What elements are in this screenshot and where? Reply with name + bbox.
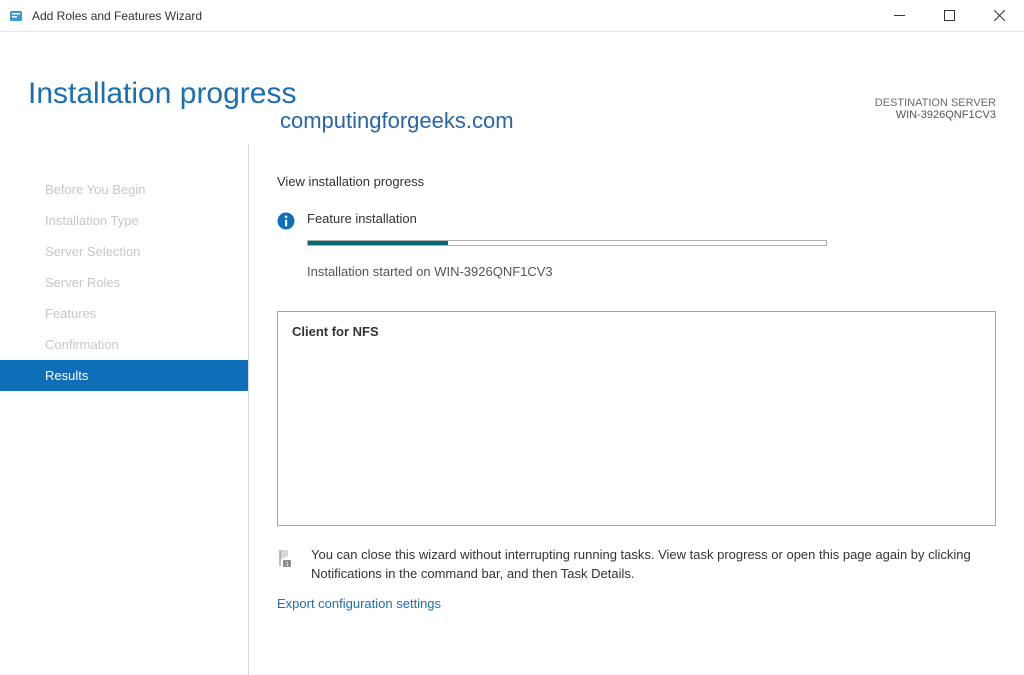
watermark-text: computingforgeeks.com — [280, 108, 514, 134]
results-item: Client for NFS — [292, 324, 981, 339]
sidebar-item-before-begin: Before You Begin — [0, 174, 248, 205]
sidebar: Before You Begin Installation Type Serve… — [0, 144, 248, 675]
status-title: Feature installation — [307, 211, 996, 226]
status-row: Feature installation Installation starte… — [277, 211, 996, 297]
app-icon — [8, 8, 24, 24]
status-content: Feature installation Installation starte… — [307, 211, 996, 297]
results-box: Client for NFS — [277, 311, 996, 526]
sidebar-item-server-selection: Server Selection — [0, 236, 248, 267]
section-title: View installation progress — [277, 174, 996, 189]
sidebar-item-installation-type: Installation Type — [0, 205, 248, 236]
minimize-button[interactable] — [886, 3, 912, 29]
window-controls — [886, 3, 1012, 29]
sidebar-item-confirmation: Confirmation — [0, 329, 248, 360]
info-note-row: 1 You can close this wizard without inte… — [277, 546, 996, 584]
main-panel: View installation progress Feature insta… — [248, 144, 1024, 675]
page-title: Installation progress — [28, 77, 996, 111]
dest-name: WIN-3926QNF1CV3 — [896, 109, 996, 121]
export-config-link[interactable]: Export configuration settings — [277, 596, 996, 611]
flag-icon: 1 — [277, 548, 297, 568]
info-note: You can close this wizard without interr… — [311, 546, 996, 584]
info-icon — [277, 212, 295, 230]
status-message: Installation started on WIN-3926QNF1CV3 — [307, 264, 996, 279]
content: Before You Begin Installation Type Serve… — [0, 144, 1024, 675]
sidebar-item-results[interactable]: Results — [0, 360, 248, 391]
progress-bar — [307, 240, 827, 246]
window-title: Add Roles and Features Wizard — [32, 9, 886, 23]
sidebar-item-features: Features — [0, 298, 248, 329]
sidebar-item-server-roles: Server Roles — [0, 267, 248, 298]
progress-fill — [308, 241, 448, 245]
titlebar: Add Roles and Features Wizard — [0, 0, 1024, 32]
close-button[interactable] — [986, 3, 1012, 29]
destination-server: DESTINATION SERVER WIN-3926QNF1CV3 — [875, 97, 996, 121]
dest-label: DESTINATION SERVER — [875, 97, 996, 109]
maximize-button[interactable] — [936, 3, 962, 29]
